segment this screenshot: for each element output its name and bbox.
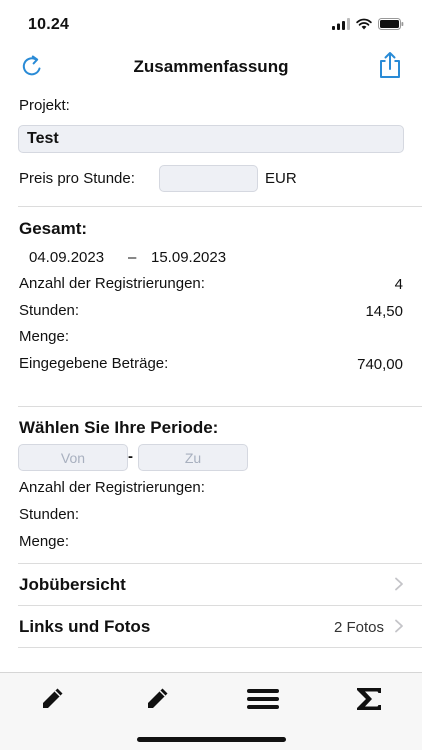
chevron-right-icon xyxy=(395,577,403,591)
home-indicator xyxy=(137,737,286,742)
tab-edit-1[interactable] xyxy=(32,683,72,715)
summary-quantity-label: Menge: xyxy=(19,328,70,345)
battery-icon xyxy=(378,18,404,30)
period-to-input[interactable] xyxy=(138,444,248,471)
project-label: Projekt: xyxy=(19,97,70,114)
currency-label: EUR xyxy=(265,170,297,187)
page-title: Zusammenfassung xyxy=(133,57,289,76)
pencil-icon xyxy=(43,688,63,708)
sigma-icon xyxy=(357,688,381,710)
tab-summary[interactable] xyxy=(349,683,389,715)
divider xyxy=(18,206,422,207)
period-from-input[interactable] xyxy=(18,444,128,471)
links-photos-label: Links und Fotos xyxy=(19,617,151,636)
summary-title: Gesamt: xyxy=(19,219,88,238)
period-title: Wählen Sie Ihre Periode: xyxy=(19,418,219,437)
summary-amounts-label: Eingegebene Beträge: xyxy=(19,355,169,372)
nav-bar: Zusammenfassung xyxy=(0,48,422,88)
price-label: Preis pro Stunde: xyxy=(19,170,135,187)
period-quantity-label: Menge: xyxy=(19,533,70,550)
chevron-right-icon xyxy=(395,619,403,633)
status-icons xyxy=(332,18,404,30)
links-photos-row[interactable]: Links und Fotos 2 Fotos xyxy=(0,606,422,646)
status-time: 10.24 xyxy=(28,16,70,33)
period-hours-label: Stunden: xyxy=(19,506,80,523)
project-field[interactable]: Test xyxy=(18,125,404,153)
signal-icon xyxy=(332,18,350,30)
summary-date-to: 15.09.2023 xyxy=(151,249,227,266)
job-overview-row[interactable]: Jobübersicht xyxy=(0,564,422,604)
summary-hours-label: Stunden: xyxy=(19,302,80,319)
summary-amounts-value: 740,00 xyxy=(357,356,403,373)
menu-icon xyxy=(247,689,279,709)
share-icon xyxy=(380,52,400,78)
job-overview-label: Jobübersicht xyxy=(19,575,126,594)
summary-hours-value: 14,50 xyxy=(365,303,403,320)
wifi-icon xyxy=(356,18,372,30)
status-bar: 10.24 xyxy=(0,0,422,48)
period-registrations-label: Anzahl der Registrierungen: xyxy=(19,479,205,496)
summary-date-from: 04.09.2023 xyxy=(29,249,105,266)
tab-edit-2[interactable] xyxy=(137,683,177,715)
photos-count: 2 Fotos xyxy=(333,619,384,636)
pencil-icon xyxy=(148,688,168,708)
share-button[interactable] xyxy=(376,50,404,80)
summary-registrations-value: 4 xyxy=(394,276,403,293)
tab-menu[interactable] xyxy=(243,683,283,715)
period-separator: - xyxy=(128,448,133,465)
summary-registrations-label: Anzahl der Registrierungen: xyxy=(19,275,205,292)
divider xyxy=(18,406,422,407)
divider xyxy=(18,647,422,648)
price-per-hour-input[interactable] xyxy=(159,165,258,192)
summary-date-separator: – xyxy=(128,249,137,266)
